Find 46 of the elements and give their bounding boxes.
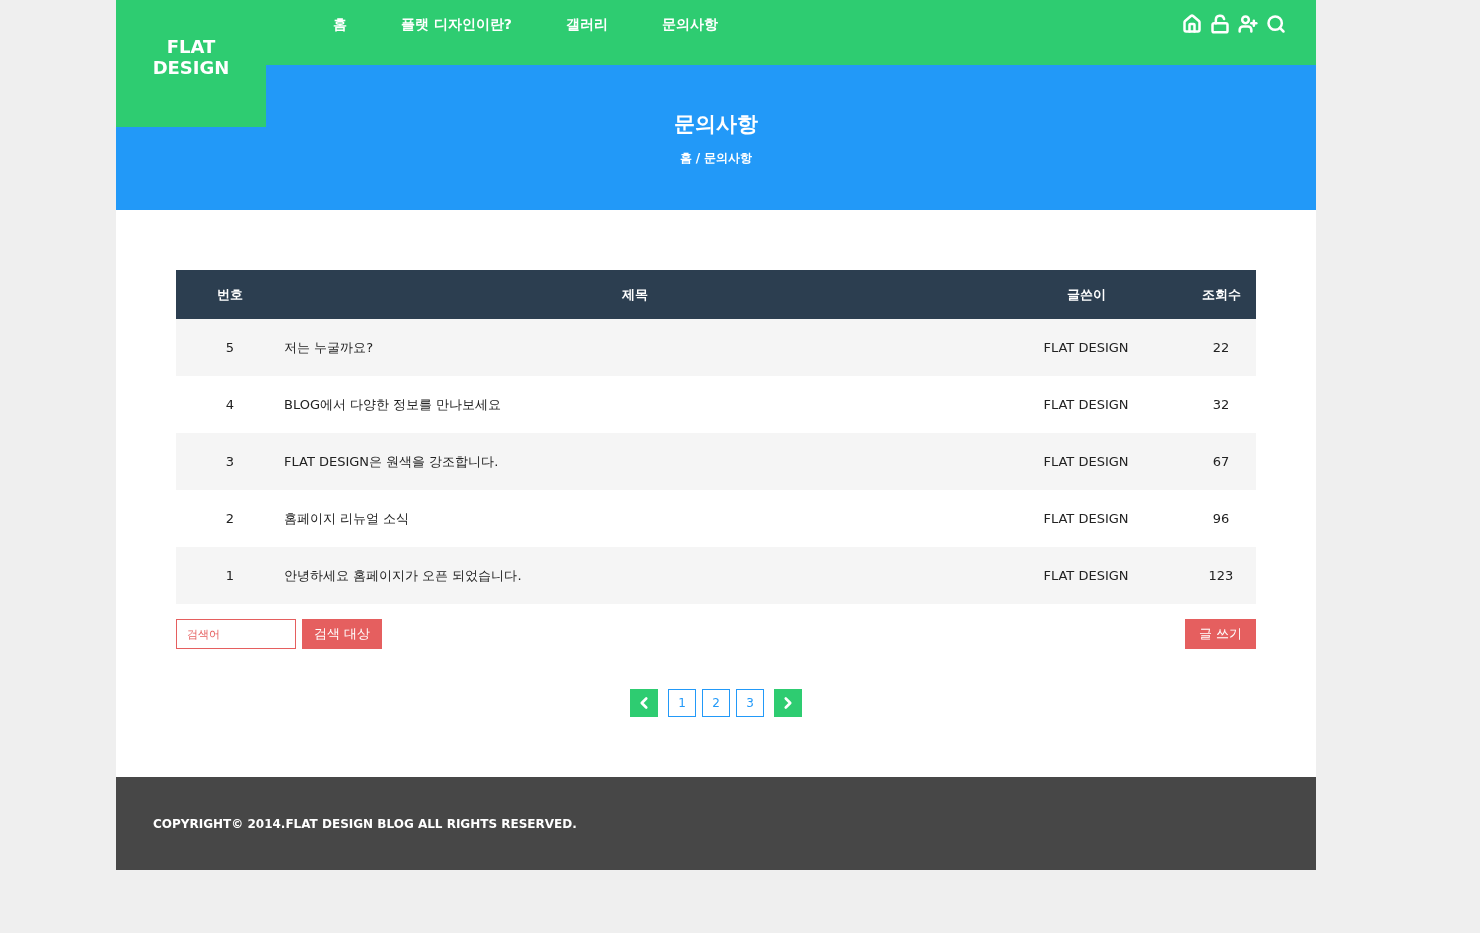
- table-cell-text: 저는 누굴까요?: [284, 338, 375, 357]
- column-header: 글쓴이: [1065, 285, 1107, 304]
- table-cell-text: FLAT DESIGN은 원색을 강조합니다.: [284, 452, 500, 471]
- nav-link[interactable]: 플랫 디자인이란?: [374, 14, 539, 35]
- copyright-text: COPYRIGHT© 2014.FLAT DESIGN BLOG ALL RIGHTS RESERVED.: [153, 815, 577, 833]
- table-cell-text: FLAT DESIGN: [1042, 452, 1130, 471]
- search-button[interactable]: 검색 대상: [302, 619, 383, 649]
- table-cell-text: 96: [1211, 509, 1231, 528]
- table-cell-text: 4: [224, 395, 236, 414]
- table-cell-text: 3: [224, 452, 236, 471]
- table-cell-text: 2: [224, 509, 236, 528]
- nav-link[interactable]: 갤러리: [539, 14, 635, 35]
- table-cell-text: 123: [1207, 566, 1235, 585]
- table-row[interactable]: 1 안녕하세요 홈페이지가 오픈 되었습니다. FLAT DESIGN 123: [176, 547, 1256, 604]
- table-cell-text: FLAT DESIGN: [1042, 566, 1130, 585]
- table-cell-text: FLAT DESIGN: [1042, 338, 1130, 357]
- table-row[interactable]: 5 저는 누굴까요? FLAT DESIGN 22: [176, 319, 1256, 376]
- table-cell-text: 홈페이지 리뉴얼 소식: [284, 509, 411, 528]
- search-field[interactable]: 검색어: [176, 619, 296, 649]
- next-button[interactable]: [774, 689, 802, 717]
- table-cell-text: 5: [224, 338, 236, 357]
- nav-link[interactable]: 문의사항: [635, 14, 745, 35]
- unlock-icon[interactable]: [1210, 14, 1230, 34]
- table-cell-text: 67: [1211, 452, 1231, 471]
- table-row[interactable]: 3 FLAT DESIGN은 원색을 강조합니다. FLAT DESIGN 67: [176, 433, 1256, 490]
- column-header: 제목: [621, 285, 649, 304]
- breadcrumb: 홈 / 문의사항: [679, 149, 753, 167]
- page-title: 문의사항: [674, 111, 758, 138]
- home-icon[interactable]: [1182, 14, 1202, 34]
- write-button[interactable]: 글 쓰기: [1184, 619, 1256, 649]
- column-header: 조회수: [1200, 285, 1242, 304]
- previous-button[interactable]: [630, 689, 658, 717]
- page-button[interactable]: 2: [702, 689, 730, 717]
- page-button[interactable]: 3: [736, 689, 764, 717]
- page-button[interactable]: 1: [668, 689, 696, 717]
- table-cell-text: 안녕하세요 홈페이지가 오픈 되었습니다.: [284, 566, 523, 585]
- table-cell-text: FLAT DESIGN: [1042, 509, 1130, 528]
- column-header: 번호: [216, 285, 244, 304]
- table-cell-text: 22: [1211, 338, 1231, 357]
- nav-link[interactable]: 홈: [306, 14, 374, 35]
- user-add-icon[interactable]: [1238, 14, 1258, 34]
- search-icon[interactable]: [1266, 14, 1286, 34]
- table-cell-text: BLOG에서 다양한 정보를 만나보세요: [284, 395, 503, 414]
- table-cell-text: FLAT DESIGN: [1042, 395, 1130, 414]
- table-cell-text: 1: [224, 566, 236, 585]
- table-cell-text: 32: [1211, 395, 1231, 414]
